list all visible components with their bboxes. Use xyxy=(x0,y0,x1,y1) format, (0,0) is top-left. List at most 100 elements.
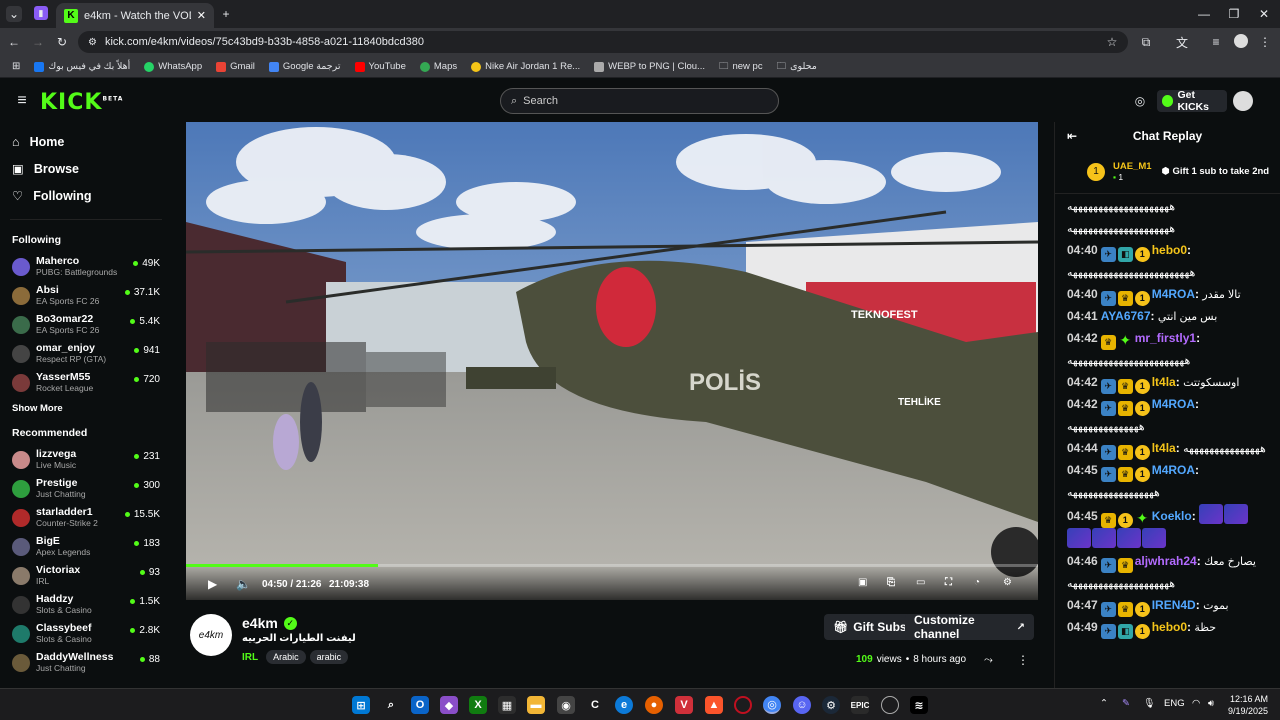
channel-item[interactable]: lizzvega Live Music 231 xyxy=(0,445,172,474)
app-circle-icon[interactable] xyxy=(881,696,899,714)
channel-item[interactable]: Prestige Just Chatting 300 xyxy=(0,474,172,503)
maximize-icon[interactable]: ❐ xyxy=(1226,6,1242,22)
search-input[interactable]: ⌕ Search xyxy=(500,88,779,114)
nav-following[interactable]: ♡ Following xyxy=(0,182,172,209)
chat-username[interactable]: AYA6767 xyxy=(1101,309,1151,323)
theater-mode-icon[interactable]: ▭ xyxy=(916,577,925,588)
chat-username[interactable]: IREN4D xyxy=(1152,598,1196,612)
chrome-icon[interactable]: ◎ xyxy=(763,696,781,714)
channel-item[interactable]: Bo3omar22 EA Sports FC 26 5.4K xyxy=(0,310,172,339)
bookmark-translate[interactable]: Google ترجمة xyxy=(268,61,341,72)
share-icon[interactable]: ⤳ xyxy=(984,654,993,667)
store-icon[interactable]: ▦ xyxy=(498,696,516,714)
site-info-icon[interactable]: ⚙ xyxy=(88,37,97,48)
bookmark-webp[interactable]: WEBP to PNG | Clou... xyxy=(594,61,705,72)
fullscreen-icon[interactable]: ⛶ xyxy=(945,577,952,588)
app-c-icon[interactable]: C xyxy=(586,696,604,714)
bookmark-whatsapp[interactable]: WhatsApp xyxy=(144,61,202,72)
start-icon[interactable]: ⊞ xyxy=(352,696,370,714)
volume-icon[interactable]: 🔈 xyxy=(236,577,251,591)
kick-app-icon[interactable]: ≋ xyxy=(910,696,928,714)
notifications-icon[interactable]: ◎ xyxy=(1132,93,1148,109)
chat-username[interactable]: mr_firstly1 xyxy=(1135,331,1196,345)
search-taskbar-icon[interactable]: ⌕ xyxy=(382,696,400,714)
tab-search-icon[interactable]: ⌄ xyxy=(6,6,22,22)
epic-games-icon[interactable]: EPIC xyxy=(851,696,869,714)
reload-icon[interactable]: ↻ xyxy=(54,34,70,50)
bookmark-youtube[interactable]: YouTube xyxy=(354,61,406,72)
browser-tab-active[interactable]: K e4km - Watch the VOD on Kick ✕ xyxy=(56,3,214,28)
tab-close-icon[interactable]: ✕ xyxy=(197,9,206,22)
speaker-icon[interactable]: 🔊︎ xyxy=(1208,698,1214,709)
channel-item[interactable]: Classybeef Slots & Casino 2.8K xyxy=(0,619,172,648)
discord-icon[interactable]: ☺ xyxy=(793,696,811,714)
hamburger-menu-icon[interactable]: ≡ xyxy=(14,92,30,109)
channel-avatar[interactable]: e4km xyxy=(190,614,232,656)
more-options-icon[interactable]: ⋮ xyxy=(1017,653,1029,667)
channel-name[interactable]: e4km xyxy=(242,615,278,631)
play-icon[interactable]: ▶ xyxy=(208,577,217,591)
gift-sub-prompt[interactable]: ⬢ Gift 1 sub to take 2nd xyxy=(1162,166,1270,177)
bookmark-star-icon[interactable]: ☆ xyxy=(1104,34,1120,50)
new-tab-icon[interactable]: + xyxy=(218,6,234,22)
channel-item[interactable]: starladder1 Counter-Strike 2 15.5K xyxy=(0,503,172,532)
channel-item[interactable]: Victoriax IRL 93 xyxy=(0,561,172,590)
speed-icon[interactable]: ◔ xyxy=(974,577,980,588)
bookmark-maps[interactable]: Maps xyxy=(419,61,457,72)
video-progress-bar[interactable] xyxy=(186,564,1038,567)
channel-item[interactable]: BigE Apex Legends 183 xyxy=(0,532,172,561)
firefox-icon[interactable]: ● xyxy=(645,696,663,714)
user-avatar[interactable] xyxy=(1233,91,1253,111)
settings-gear-icon[interactable]: ⚙ xyxy=(1003,577,1012,588)
chat-username[interactable]: M4ROA xyxy=(1152,287,1195,301)
video-player[interactable]: POLİS TEHLİKE TEKNOFEST ▶ 🔈 04:50 / 21:2… xyxy=(186,122,1038,600)
forward-icon[interactable]: → xyxy=(30,34,46,50)
tag-arabic[interactable]: Arabic xyxy=(266,650,306,664)
bookmark-folder-newpc[interactable]: 🗀 new pc xyxy=(719,59,763,75)
bookmark-nike[interactable]: Nike Air Jordan 1 Re... xyxy=(471,61,580,72)
get-kicks-button[interactable]: Get KICKs xyxy=(1157,89,1227,113)
nav-home[interactable]: ⌂ Home xyxy=(0,128,172,155)
extensions-icon[interactable]: ⧉ xyxy=(1138,34,1154,50)
vivaldi-icon[interactable]: V xyxy=(675,696,693,714)
brave-icon[interactable]: ▲ xyxy=(705,696,723,714)
clock[interactable]: 12:16 AM 9/19/2025 xyxy=(1226,693,1268,717)
apps-grid-icon[interactable]: ⊞ xyxy=(12,61,20,72)
file-explorer-icon[interactable]: ▬ xyxy=(527,696,545,714)
gift-leaderboard[interactable]: 1 UAE_M1 ▪ 1 ⬢ Gift 1 sub to take 2nd xyxy=(1055,150,1280,194)
channel-item[interactable]: Absi EA Sports FC 26 37.1K xyxy=(0,281,172,310)
channel-item[interactable]: YasserM55 Rocket League 720 xyxy=(0,368,172,397)
nav-browse[interactable]: ▣ Browse xyxy=(0,155,172,182)
kick-logo[interactable]: KICKBETA xyxy=(40,90,123,115)
bookmark-facebook[interactable]: أهلاً بك في فيس بوك xyxy=(34,61,130,72)
tag-arabic-lower[interactable]: arabic xyxy=(309,650,349,664)
miniplayer-icon[interactable]: ▣ xyxy=(858,577,867,588)
channel-item[interactable]: omar_enjoy Respect RP (GTA) 941 xyxy=(0,339,172,368)
capcut-icon[interactable]: ◉ xyxy=(557,696,575,714)
twitch-tab-icon[interactable]: ▮ xyxy=(34,6,48,20)
edge-icon[interactable]: e xyxy=(615,696,633,714)
profile-avatar[interactable] xyxy=(1234,34,1248,48)
minimize-icon[interactable]: — xyxy=(1196,6,1212,22)
menu-kebab-icon[interactable]: ⋮ xyxy=(1258,34,1272,50)
bookmark-gmail[interactable]: Gmail xyxy=(216,61,255,72)
steam-icon[interactable]: ⚙ xyxy=(822,696,840,714)
language-indicator[interactable]: ENG xyxy=(1164,698,1185,709)
wifi-icon[interactable]: ◠ xyxy=(1192,698,1200,709)
channel-item[interactable]: Maherco PUBG: Battlegrounds 49K xyxy=(0,252,172,281)
tray-chevron-icon[interactable]: ⌃ xyxy=(1100,698,1108,709)
channel-item[interactable]: DaddyWellness Just Chatting 88 xyxy=(0,648,172,677)
back-icon[interactable]: ← xyxy=(6,34,22,50)
chat-username[interactable]: hebo0 xyxy=(1152,243,1187,257)
clip-icon[interactable]: ⎘ xyxy=(887,577,895,588)
category-link[interactable]: IRL xyxy=(242,652,258,663)
microphone-icon[interactable]: 🎙︎ xyxy=(1143,698,1155,709)
chat-username[interactable]: hebo0 xyxy=(1152,620,1187,634)
chat-username[interactable]: Koeklo xyxy=(1152,509,1192,523)
copilot-icon[interactable]: ◆ xyxy=(440,696,458,714)
collapse-chat-icon[interactable]: ⇤ xyxy=(1067,129,1077,143)
customize-channel-button[interactable]: Customize channel ↗ xyxy=(905,613,1034,641)
chat-username[interactable]: M4ROA xyxy=(1152,397,1195,411)
outlook-icon[interactable]: O xyxy=(411,696,429,714)
translate-icon[interactable]: 文 xyxy=(1174,34,1190,50)
